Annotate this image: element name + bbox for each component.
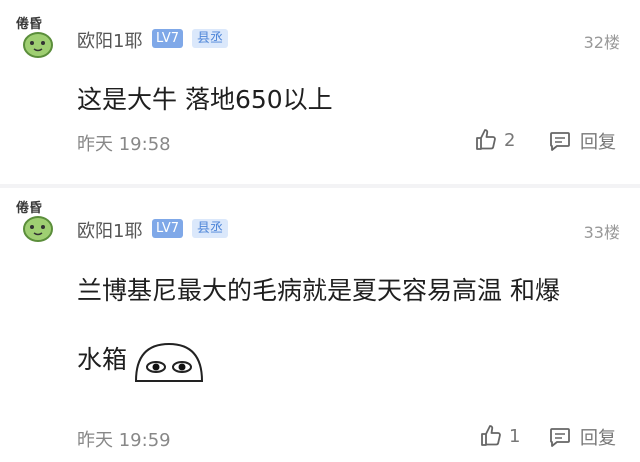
avatar[interactable]: 倦昏 [16, 14, 62, 60]
level-badge: LV7 [152, 29, 183, 48]
avatar-text: 倦昏 [16, 200, 42, 216]
comment-icon [550, 132, 570, 151]
timestamp: 昨天 19:59 [77, 430, 171, 451]
reply-button[interactable]: 回复 [548, 424, 616, 450]
title-badge: 县丞 [192, 29, 229, 48]
thumbs-up-icon [481, 425, 501, 446]
comment-icon [550, 428, 570, 447]
comment-text: 这是大牛 落地650以上 [77, 85, 333, 114]
username[interactable]: 欧阳1耶 [77, 27, 142, 53]
floor-number: 33楼 [583, 223, 620, 242]
level-badge: LV7 [152, 219, 183, 238]
thumbs-up-icon [476, 129, 496, 150]
reply-button[interactable]: 回复 [548, 128, 616, 154]
like-count: 2 [504, 129, 516, 151]
username[interactable]: 欧阳1耶 [77, 217, 142, 243]
like-count: 1 [509, 425, 521, 447]
sticker-face-icon [134, 342, 204, 382]
reply-label: 回复 [580, 132, 616, 153]
like-button[interactable]: 2 [474, 128, 515, 152]
avatar[interactable]: 倦昏 [16, 198, 62, 244]
comment-text: 水箱 [77, 345, 128, 374]
reply-label: 回复 [580, 428, 616, 449]
like-button[interactable]: 1 [479, 424, 520, 448]
timestamp: 昨天 19:58 [77, 134, 171, 155]
comment-text: 兰博基尼最大的毛病就是夏天容易高温 和爆 [77, 276, 560, 305]
floor-number: 32楼 [583, 33, 620, 52]
title-badge: 县丞 [192, 219, 229, 238]
avatar-text: 倦昏 [16, 16, 42, 32]
